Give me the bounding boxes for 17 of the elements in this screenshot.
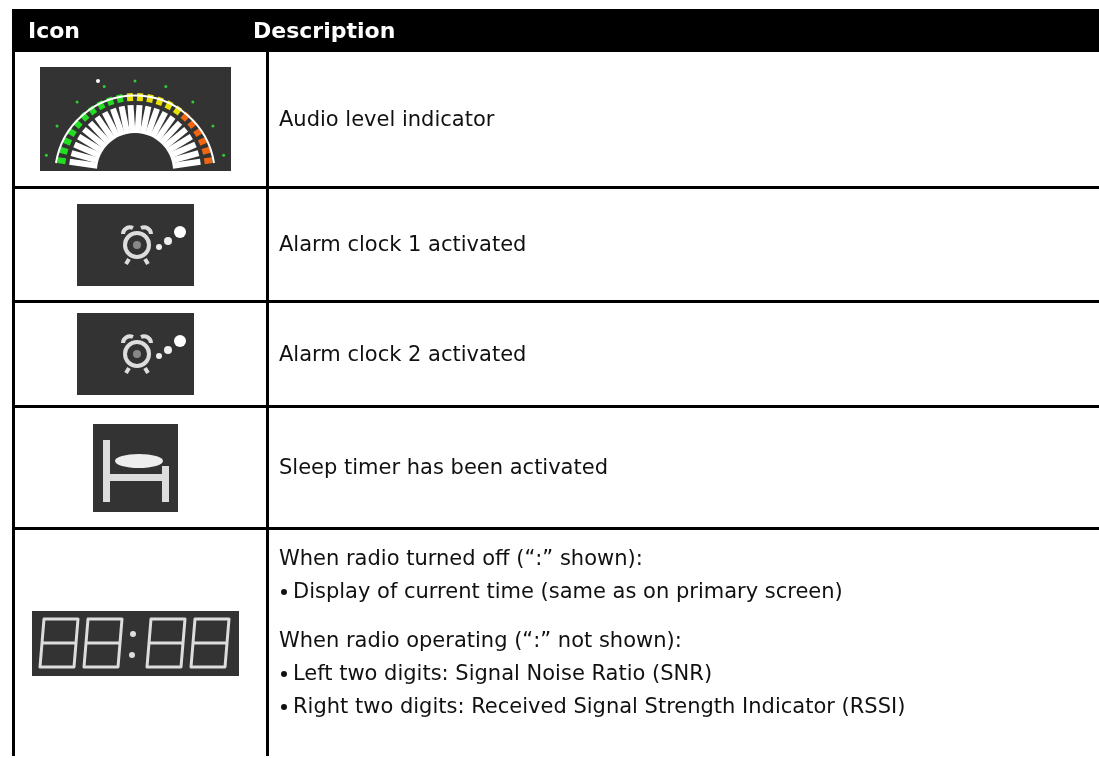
description-text: Sleep timer has been activated xyxy=(279,454,609,481)
description-text: Alarm clock 2 activated xyxy=(279,340,528,368)
bed-icon xyxy=(93,423,178,512)
description-text: When radio turned off (“:” shown): xyxy=(279,545,644,572)
description-text: Audio level indicator xyxy=(279,105,496,133)
bullet-text: Right two digits: Received Signal Strength Indicator (RSSI) xyxy=(293,693,906,720)
bullet-icon xyxy=(281,670,287,677)
column-header: Icon xyxy=(27,18,81,43)
column-header: Description xyxy=(252,18,397,43)
bullet-icon xyxy=(281,703,287,710)
description-text: Alarm clock 1 activated xyxy=(279,231,528,258)
alarm-clock-icon xyxy=(77,313,194,395)
bullet-icon xyxy=(281,588,287,595)
bullet-text: Display of current time (same as on primary screen) xyxy=(293,578,843,605)
alarm-clock-icon xyxy=(77,203,194,286)
bullet-text: Left two digits: Signal Noise Ratio (SNR) xyxy=(293,660,713,687)
description-text: When radio operating (“:” not shown): xyxy=(279,627,683,654)
